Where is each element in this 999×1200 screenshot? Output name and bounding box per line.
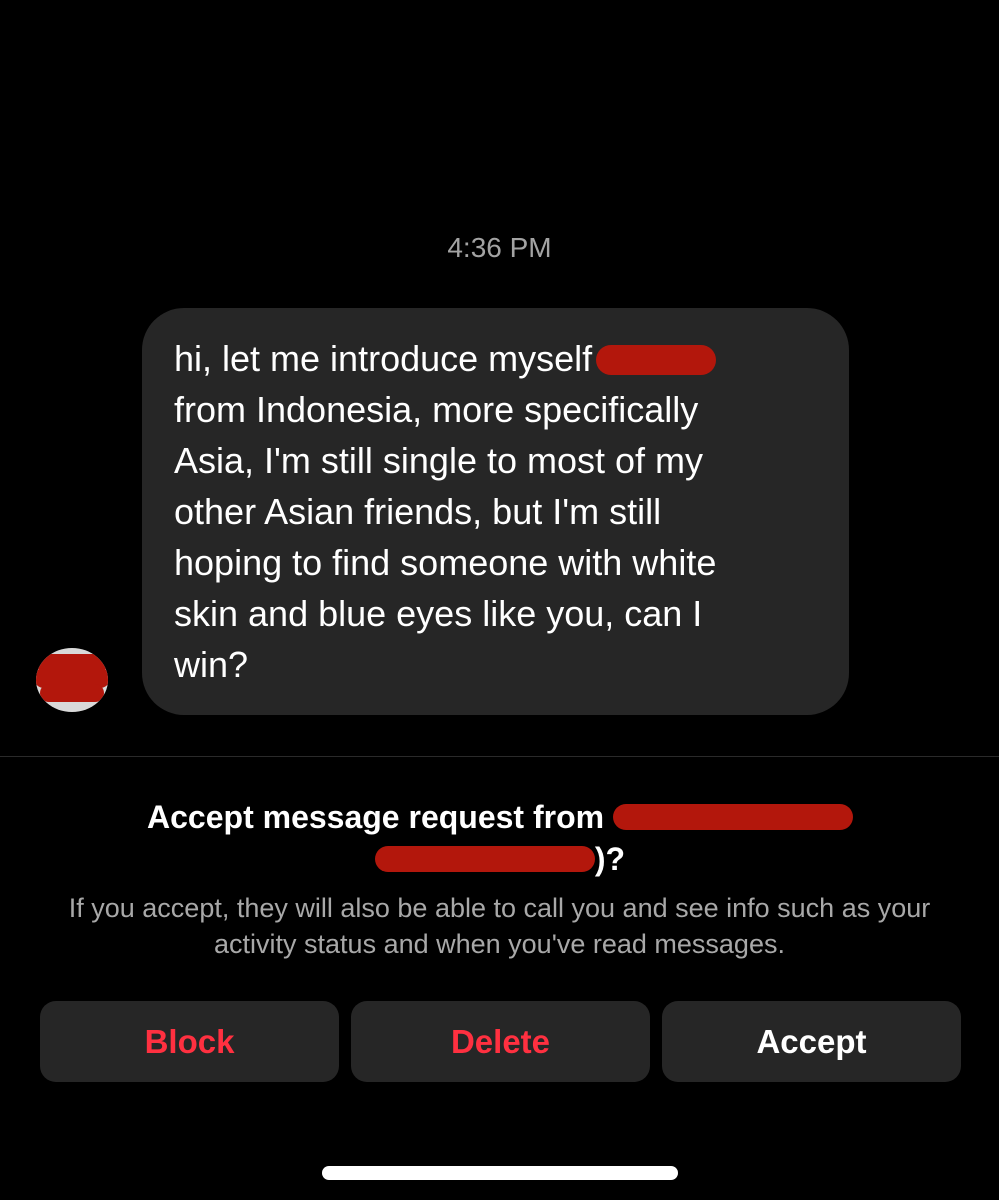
- section-divider: [0, 756, 999, 757]
- delete-button[interactable]: Delete: [351, 1001, 650, 1082]
- redacted-fullname: [374, 846, 595, 872]
- request-title-suffix: )?: [594, 841, 626, 877]
- request-actions: Block Delete Accept: [40, 1001, 961, 1082]
- avatar-redaction: [40, 684, 104, 702]
- message-text-line1: hi, let me introduce myself: [174, 338, 593, 379]
- sender-avatar[interactable]: [36, 648, 108, 712]
- message-text-body: from Indonesia, more specifically Asia, …: [174, 389, 717, 685]
- accept-button[interactable]: Accept: [662, 1001, 961, 1082]
- message-bubble[interactable]: hi, let me introduce myself from Indones…: [142, 308, 849, 715]
- message-timestamp: 4:36 PM: [447, 232, 552, 263]
- request-title: Accept message request from )?: [80, 796, 920, 880]
- redacted-name: [596, 345, 717, 375]
- request-description: If you accept, they will also be able to…: [68, 893, 931, 959]
- request-title-prefix: Accept message request from: [147, 799, 605, 835]
- home-indicator[interactable]: [322, 1166, 678, 1180]
- block-button[interactable]: Block: [40, 1001, 339, 1082]
- redacted-username: [612, 804, 853, 830]
